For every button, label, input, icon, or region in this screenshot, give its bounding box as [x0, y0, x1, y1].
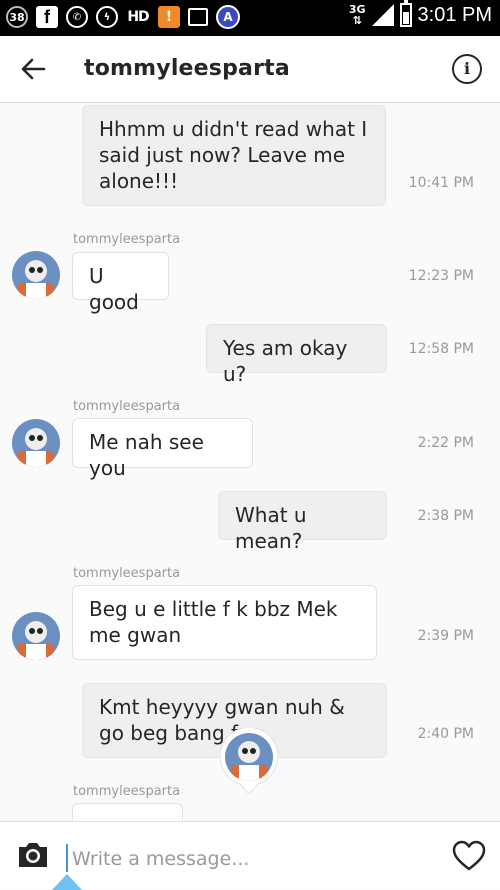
- sender-name: tommyleesparta: [73, 399, 181, 414]
- message-text: Hhmm u didn't read what I said just now?…: [99, 117, 368, 193]
- incoming-message[interactable]: U good: [72, 252, 169, 314]
- outgoing-message[interactable]: Yes am okay u?: [206, 324, 387, 386]
- hd-icon: HD: [127, 9, 149, 25]
- outgoing-message[interactable]: What u mean?: [218, 491, 387, 553]
- chat-header: tommyleesparta i: [0, 36, 500, 103]
- message-input[interactable]: [70, 842, 414, 876]
- message-text: What u mean?: [235, 503, 307, 553]
- message-time: 2:38 PM: [417, 508, 474, 524]
- status-time: 3:01 PM: [417, 3, 492, 26]
- text-cursor: [66, 844, 68, 872]
- sender-name: tommyleesparta: [73, 784, 181, 799]
- avatar[interactable]: [12, 251, 60, 299]
- message-composer: [0, 821, 500, 890]
- info-icon[interactable]: i: [452, 54, 482, 84]
- sender-name: tommyleesparta: [73, 232, 181, 247]
- incoming-message[interactable]: [72, 803, 183, 821]
- notification-count-badge: 38: [6, 6, 28, 28]
- back-arrow-icon[interactable]: [18, 54, 48, 84]
- a-app-icon: A: [216, 5, 240, 29]
- typing-indicator-avatar: [219, 727, 279, 795]
- avatar[interactable]: [12, 419, 60, 467]
- sender-name: tommyleesparta: [73, 566, 181, 581]
- message-time: 12:58 PM: [408, 341, 474, 357]
- status-bar: 38 f ✆ ϟ HD ! A 3G ⇅ 3:01 PM: [0, 0, 500, 36]
- incoming-message[interactable]: Beg u e little f k bbz Mek me gwan: [72, 585, 377, 660]
- conversation-title[interactable]: tommyleesparta: [84, 56, 290, 81]
- battery-icon: [399, 0, 412, 27]
- message-text: U good: [89, 264, 139, 314]
- notification-icons: 38 f ✆ ϟ HD ! A: [6, 5, 240, 29]
- messenger-icon: ϟ: [96, 6, 118, 28]
- message-time: 2:22 PM: [417, 435, 474, 451]
- network-type: 3G ⇅: [348, 3, 366, 27]
- message-time: 2:40 PM: [417, 726, 474, 742]
- camera-icon[interactable]: [16, 840, 50, 870]
- message-text: Me nah see you: [89, 430, 204, 480]
- facebook-icon: f: [36, 6, 58, 28]
- message-time: 10:41 PM: [408, 175, 474, 191]
- message-time: 2:39 PM: [417, 628, 474, 644]
- message-time: 12:23 PM: [408, 268, 474, 284]
- network-label: 3G: [348, 3, 366, 16]
- message-text: Yes am okay u?: [223, 336, 348, 386]
- heart-icon[interactable]: [452, 840, 486, 872]
- app-notification-icon: !: [158, 6, 180, 28]
- message-text: Beg u e little f k bbz Mek me gwan: [89, 597, 338, 647]
- message-list[interactable]: Hhmm u didn't read what I said just now?…: [0, 103, 500, 821]
- outgoing-message[interactable]: Hhmm u didn't read what I said just now?…: [82, 105, 386, 206]
- incoming-message[interactable]: Me nah see you: [72, 418, 253, 480]
- gallery-icon: [188, 8, 208, 26]
- whatsapp-icon: ✆: [66, 6, 88, 28]
- avatar[interactable]: [12, 612, 60, 660]
- signal-icon: [371, 4, 394, 26]
